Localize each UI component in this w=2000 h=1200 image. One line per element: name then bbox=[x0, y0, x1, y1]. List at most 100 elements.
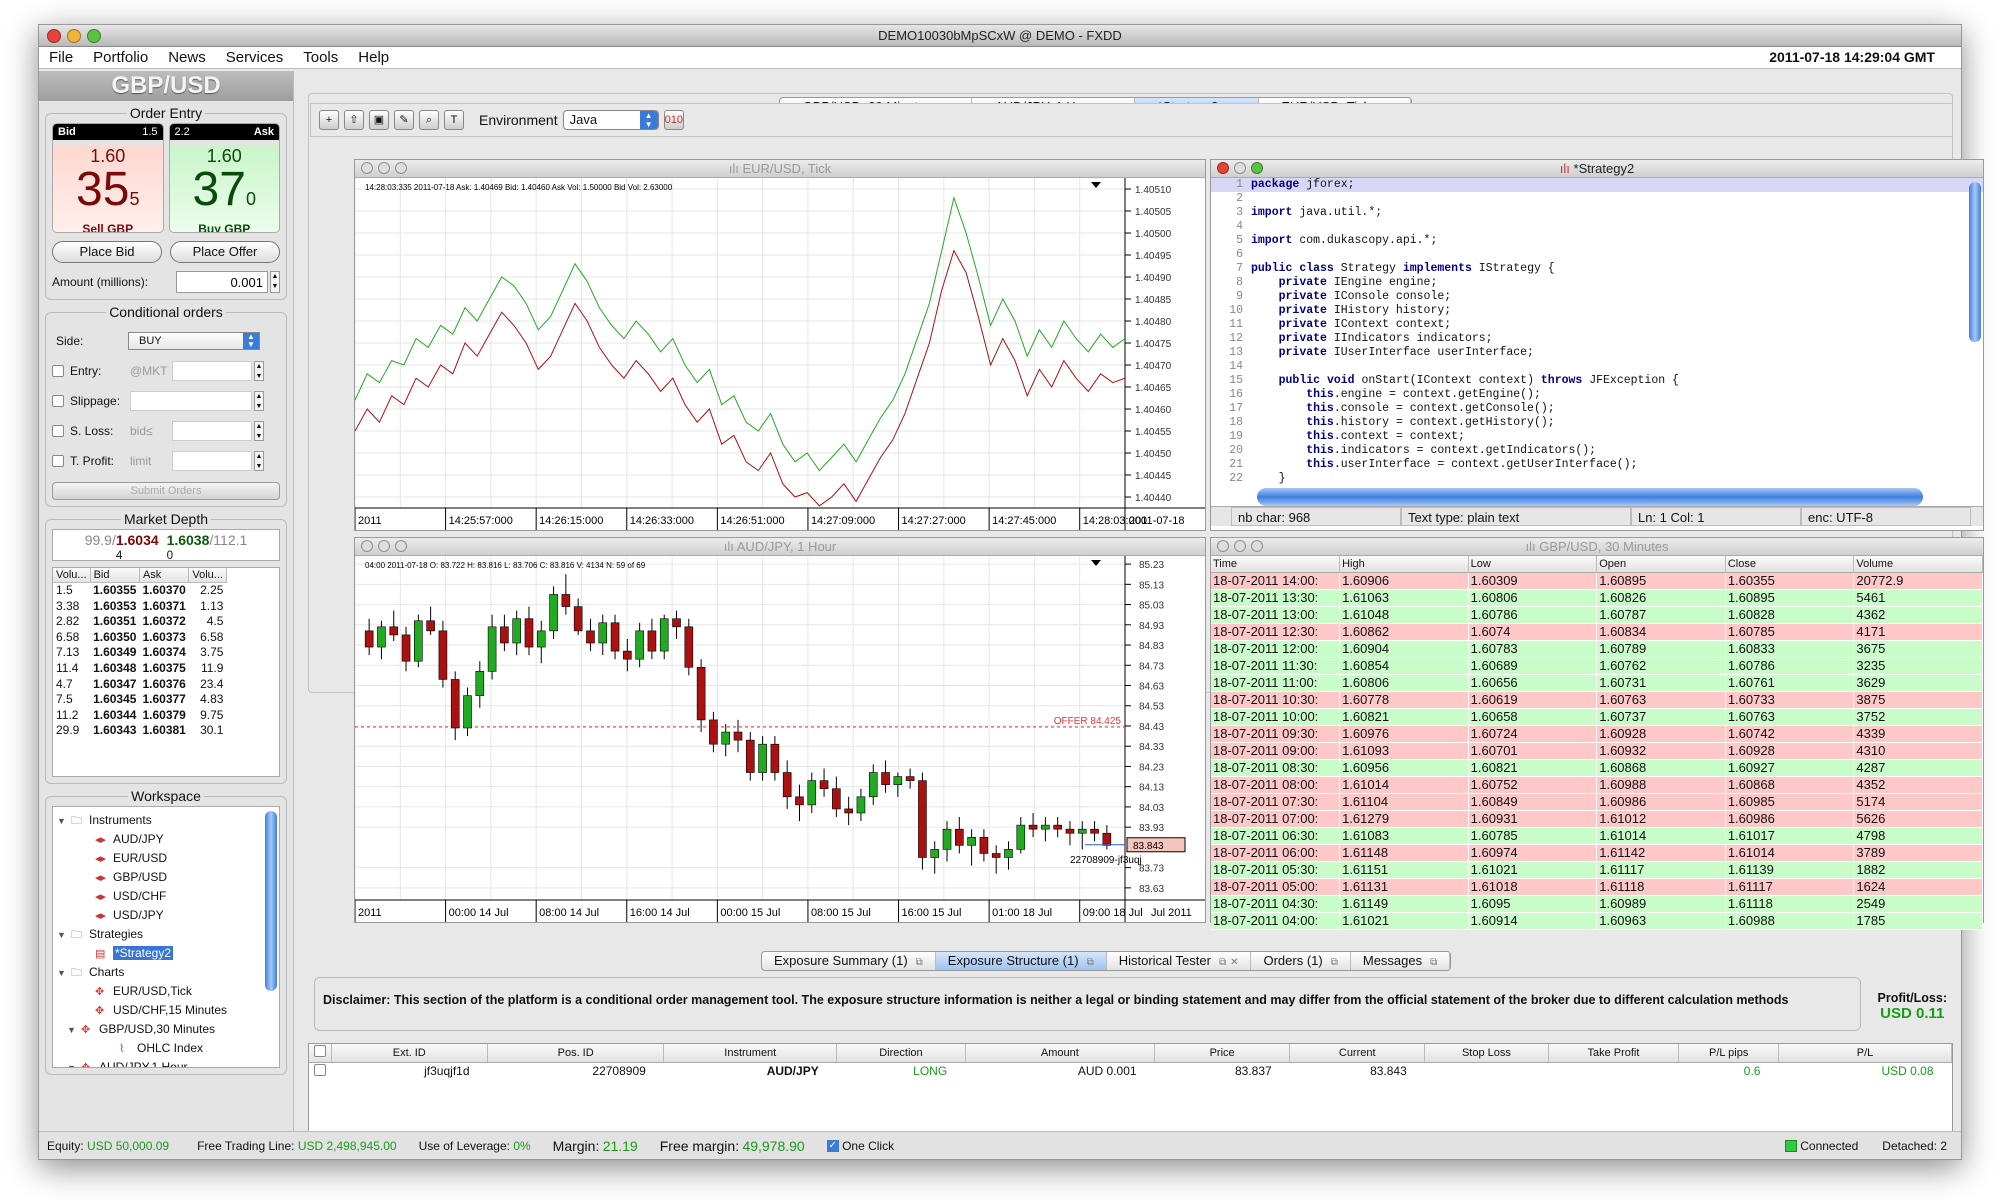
ohlc-row[interactable]: 18-07-2011 05:30: 1.61151 1.61021 1.61117 1.… bbox=[1211, 861, 1983, 879]
detach-icon[interactable]: ⧉ bbox=[1219, 957, 1226, 968]
save-as-icon[interactable]: ✎ bbox=[394, 110, 414, 130]
stop-loss-stepper[interactable]: ▲ ▼ bbox=[254, 421, 264, 441]
code-editor[interactable]: 1 package jforex; 2 3 import java.util.*; 4 5 i… bbox=[1211, 178, 1983, 488]
tick-chart[interactable]: 1.40510 1.40505 1.40500 1.40495 1.40490 1.404… bbox=[355, 178, 1205, 530]
maximize-panel-button[interactable] bbox=[1251, 162, 1263, 174]
tree-chart[interactable]: ▼ ✥ AUD/JPY,1 Hour bbox=[53, 1058, 279, 1067]
ohlc-row[interactable]: 18-07-2011 11:00: 1.60806 1.60656 1.60731 1.… bbox=[1211, 674, 1983, 692]
menu-news[interactable]: News bbox=[168, 49, 206, 66]
ohlc-row[interactable]: 18-07-2011 08:30: 1.60956 1.60821 1.60868 1.… bbox=[1211, 759, 1983, 777]
take-profit-input[interactable] bbox=[172, 451, 252, 471]
maximize-panel-button[interactable] bbox=[1251, 540, 1263, 552]
tree-instruments[interactable]: ▼ 🗀 Instruments bbox=[53, 811, 279, 830]
ohlc-row[interactable]: 18-07-2011 05:00: 1.61131 1.61018 1.61118 1.… bbox=[1211, 878, 1983, 896]
select-all-checkbox[interactable] bbox=[309, 1044, 332, 1063]
zoom-window-button[interactable] bbox=[87, 29, 101, 43]
ohlc-row[interactable]: 18-07-2011 10:00: 1.60821 1.60658 1.60737 1.… bbox=[1211, 708, 1983, 726]
take-profit-checkbox[interactable] bbox=[52, 455, 64, 467]
minimize-panel-button[interactable] bbox=[378, 540, 390, 552]
slippage-input[interactable] bbox=[130, 391, 252, 411]
editor-scrollbar[interactable] bbox=[1969, 182, 1981, 342]
ohlc-row[interactable]: 18-07-2011 09:30: 1.60976 1.60724 1.60928 1.… bbox=[1211, 725, 1983, 743]
tab-orders-1-[interactable]: Orders (1) ⧉ bbox=[1251, 952, 1351, 970]
row-checkbox[interactable] bbox=[309, 1062, 331, 1080]
depth-column-header[interactable]: Volu... bbox=[188, 568, 227, 583]
exposure-column-header[interactable]: Current bbox=[1289, 1044, 1426, 1063]
ohlc-row[interactable]: 18-07-2011 04:00: 1.61021 1.60914 1.60963 1.… bbox=[1211, 912, 1983, 930]
tree-instrument[interactable]: ◂▸ USD/JPY bbox=[53, 906, 279, 925]
one-click-checkbox[interactable]: ✓ bbox=[826, 1139, 839, 1152]
tree-instrument[interactable]: ◂▸ USD/CHF bbox=[53, 887, 279, 906]
expand-toggle-icon[interactable]: ▼ bbox=[67, 1059, 81, 1067]
minimize-window-button[interactable] bbox=[67, 29, 81, 43]
replace-icon[interactable]: T bbox=[444, 110, 464, 130]
stop-loss-checkbox[interactable] bbox=[52, 425, 64, 437]
ohlc-row[interactable]: 18-07-2011 08:00: 1.61014 1.60752 1.60988 1.… bbox=[1211, 776, 1983, 794]
submit-orders-button[interactable]: Submit Orders bbox=[52, 482, 280, 500]
ohlc-column-header[interactable]: Time bbox=[1211, 556, 1341, 573]
close-panel-button[interactable] bbox=[361, 162, 373, 174]
editor-hscrollbar[interactable] bbox=[1257, 488, 1923, 506]
tree-strategies[interactable]: ▼ 🗀 Strategies bbox=[53, 925, 279, 944]
compile-icon[interactable]: 010 bbox=[663, 110, 684, 130]
ohlc-row[interactable]: 18-07-2011 14:00: 1.60906 1.60309 1.60895 1.… bbox=[1211, 572, 1983, 590]
menu-tools[interactable]: Tools bbox=[303, 49, 338, 66]
ohlc-column-header[interactable]: Open bbox=[1596, 556, 1726, 573]
ohlc-column-header[interactable]: Low bbox=[1468, 556, 1598, 573]
tree-strategy[interactable]: ▤ *Strategy2 bbox=[53, 944, 279, 963]
minimize-panel-button[interactable] bbox=[1234, 540, 1246, 552]
tree-instrument[interactable]: ◂▸ EUR/USD bbox=[53, 849, 279, 868]
tree-instrument[interactable]: ◂▸ AUD/JPY bbox=[53, 830, 279, 849]
tab-exposure-summary-1-[interactable]: Exposure Summary (1) ⧉ bbox=[762, 952, 936, 970]
amount-input[interactable] bbox=[176, 271, 268, 293]
environment-select[interactable]: Java ▲ ▼ bbox=[562, 110, 659, 130]
ohlc-row[interactable]: 18-07-2011 11:30: 1.60854 1.60689 1.60762 1.… bbox=[1211, 657, 1983, 675]
tree-chart[interactable]: ▼ ✥ GBP/USD,30 Minutes bbox=[53, 1020, 279, 1039]
entry-input[interactable] bbox=[172, 361, 252, 381]
exposure-row[interactable]: jf3uqjf1d 22708909 AUD/JPY LONG AUD 0.001 83.… bbox=[309, 1062, 1952, 1080]
tree-indicator[interactable]: ⌇ OHLC Index bbox=[53, 1039, 279, 1058]
tree-chart[interactable]: ✥ EUR/USD,Tick bbox=[53, 982, 279, 1001]
exposure-column-header[interactable]: Ext. ID bbox=[331, 1044, 488, 1063]
slippage-stepper[interactable]: ▲ ▼ bbox=[254, 391, 264, 411]
exposure-column-header[interactable]: P/L bbox=[1778, 1044, 1953, 1063]
close-panel-button[interactable] bbox=[1217, 540, 1229, 552]
ohlc-row[interactable]: 18-07-2011 12:00: 1.60904 1.60783 1.60789 1.… bbox=[1211, 640, 1983, 658]
exposure-column-header[interactable]: Take Profit bbox=[1548, 1044, 1680, 1063]
buy-quote[interactable]: 2.2 Ask 1.60 370 Buy GBP bbox=[168, 123, 280, 233]
ohlc-column-header[interactable]: Close bbox=[1725, 556, 1855, 573]
maximize-panel-button[interactable] bbox=[395, 162, 407, 174]
new-strategy-icon[interactable]: + bbox=[319, 110, 339, 130]
entry-stepper[interactable]: ▲ ▼ bbox=[254, 361, 264, 381]
close-panel-button[interactable] bbox=[1217, 162, 1229, 174]
exposure-column-header[interactable]: Instrument bbox=[663, 1044, 838, 1063]
close-window-button[interactable] bbox=[47, 29, 61, 43]
save-icon[interactable]: ▣ bbox=[369, 110, 389, 130]
maximize-panel-button[interactable] bbox=[395, 540, 407, 552]
tree-chart[interactable]: ✥ USD/CHF,15 Minutes bbox=[53, 1001, 279, 1020]
exposure-column-header[interactable]: Price bbox=[1154, 1044, 1291, 1063]
depth-column-header[interactable]: Volu... bbox=[53, 568, 91, 583]
open-strategy-icon[interactable]: ⇧ bbox=[344, 110, 364, 130]
expand-toggle-icon[interactable]: ▼ bbox=[67, 1021, 81, 1040]
expand-toggle-icon[interactable]: ▼ bbox=[57, 964, 71, 983]
exposure-column-header[interactable]: P/L pips bbox=[1678, 1044, 1779, 1063]
ohlc-row[interactable]: 18-07-2011 06:00: 1.61148 1.60974 1.61142 1.… bbox=[1211, 844, 1983, 862]
ohlc-row[interactable]: 18-07-2011 09:00: 1.61093 1.60701 1.60932 1.… bbox=[1211, 742, 1983, 760]
take-profit-stepper[interactable]: ▲ ▼ bbox=[254, 451, 264, 471]
ohlc-column-header[interactable]: Volume bbox=[1853, 556, 1983, 573]
exposure-column-header[interactable]: Pos. ID bbox=[487, 1044, 665, 1063]
depth-column-header[interactable]: Ask bbox=[139, 568, 190, 583]
detach-icon[interactable]: ⧉ bbox=[1430, 957, 1437, 968]
menu-help[interactable]: Help bbox=[358, 49, 389, 66]
ohlc-row[interactable]: 18-07-2011 04:30: 1.61149 1.6095 1.60989 1.6… bbox=[1211, 895, 1983, 913]
minimize-panel-button[interactable] bbox=[1234, 162, 1246, 174]
find-icon[interactable]: ⌕ bbox=[419, 110, 439, 130]
hour-chart[interactable]: 85.23 85.13 85.03 84.93 84.83 84.73 84.63 84.53… bbox=[355, 556, 1205, 922]
exposure-column-header[interactable]: Amount bbox=[965, 1044, 1156, 1063]
depth-column-header[interactable]: Bid bbox=[90, 568, 140, 583]
tab-exposure-structure-1-[interactable]: Exposure Structure (1) ⧉ bbox=[935, 952, 1107, 970]
place-bid-button[interactable]: Place Bid bbox=[52, 241, 162, 263]
tab-historical-tester[interactable]: Historical Tester ⧉ ✕ bbox=[1107, 952, 1252, 970]
menu-services[interactable]: Services bbox=[226, 49, 284, 66]
